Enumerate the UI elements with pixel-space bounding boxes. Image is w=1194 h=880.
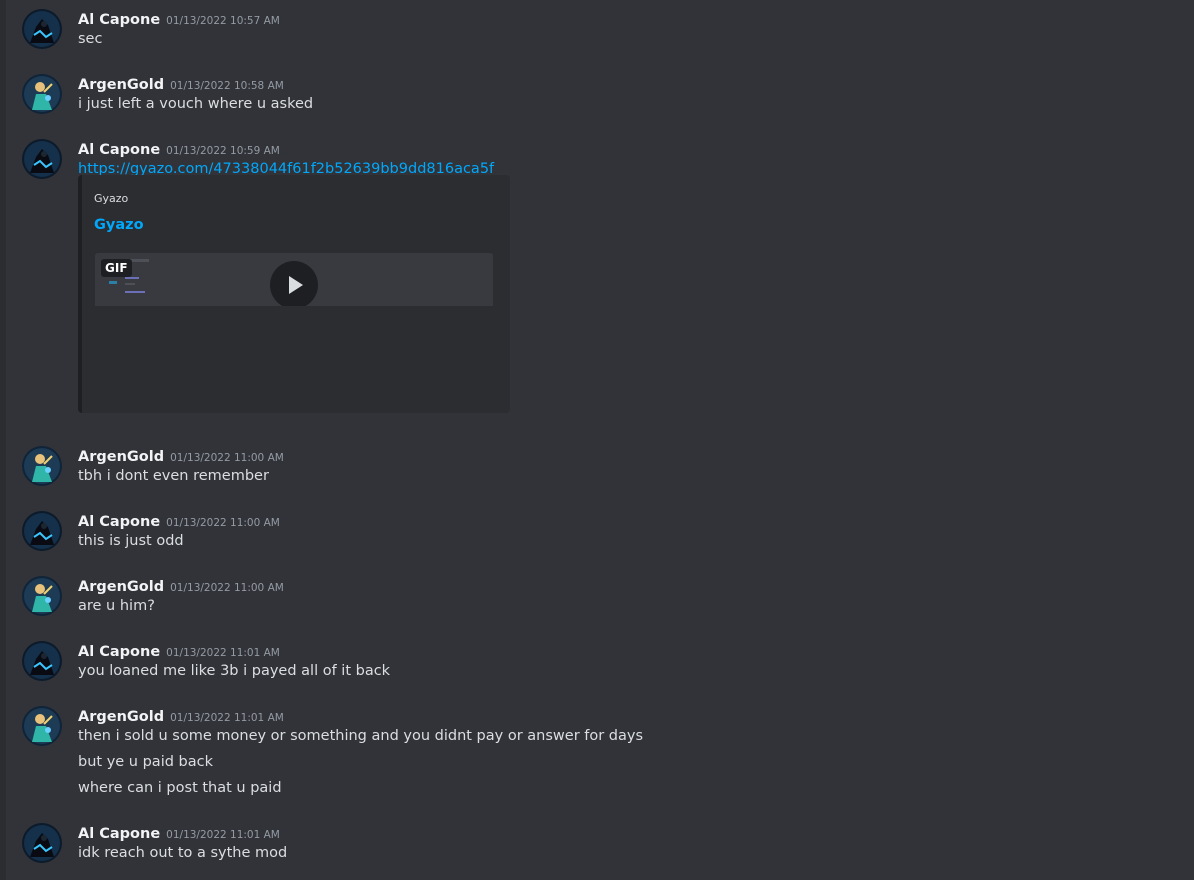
username[interactable]: Al Capone [78, 644, 160, 660]
username[interactable]: Al Capone [78, 826, 160, 842]
dark-figure-avatar-icon[interactable] [22, 641, 62, 681]
link-embed: Gyazo Gyazo GIF [78, 175, 510, 413]
message-header: ArgenGold 01/13/2022 11:01 AM [78, 706, 284, 726]
message-header: Al Capone 01/13/2022 11:01 AM [78, 823, 280, 843]
dark-figure-avatar-icon[interactable] [22, 511, 62, 551]
message-header: Al Capone 01/13/2022 11:01 AM [78, 641, 280, 661]
dark-figure-avatar-icon[interactable] [22, 823, 62, 863]
anime-character-avatar-icon[interactable] [22, 446, 62, 486]
username[interactable]: ArgenGold [78, 449, 164, 465]
chat-view: Al Capone 01/13/2022 10:57 AM sec ArgenGo… [0, 0, 1194, 880]
message-text: tbh i dont even remember [78, 468, 269, 484]
dark-figure-avatar-icon[interactable] [22, 9, 62, 49]
username[interactable]: Al Capone [78, 12, 160, 28]
message-header: Al Capone 01/13/2022 10:57 AM [78, 9, 280, 29]
dark-figure-avatar-icon[interactable] [22, 139, 62, 179]
message-text: but ye u paid back [78, 754, 213, 770]
anime-character-avatar-icon[interactable] [22, 706, 62, 746]
timestamp: 01/13/2022 11:00 AM [170, 452, 284, 464]
timestamp: 01/13/2022 11:00 AM [166, 517, 280, 529]
thumbnail-toolbar [95, 306, 493, 315]
timestamp: 01/13/2022 11:00 AM [170, 582, 284, 594]
username[interactable]: Al Capone [78, 514, 160, 530]
anime-character-avatar-icon[interactable] [22, 74, 62, 114]
message-text: this is just odd [78, 533, 184, 549]
channel-sidebar-edge [0, 0, 6, 880]
username[interactable]: ArgenGold [78, 579, 164, 595]
message-header: ArgenGold 01/13/2022 10:58 AM [78, 74, 284, 94]
anime-character-avatar-icon[interactable] [22, 576, 62, 616]
embed-title[interactable]: Gyazo [94, 217, 144, 233]
embed-provider[interactable]: Gyazo [94, 192, 128, 205]
timestamp: 01/13/2022 11:01 AM [166, 829, 280, 841]
timestamp: 01/13/2022 10:59 AM [166, 145, 280, 157]
message-text: i just left a vouch where u asked [78, 96, 314, 112]
embed-video-thumbnail[interactable]: GIF [95, 253, 493, 315]
message-text: are u him? [78, 598, 155, 614]
message-text: sec [78, 31, 103, 47]
timestamp: 01/13/2022 10:57 AM [166, 15, 280, 27]
username[interactable]: Al Capone [78, 142, 160, 158]
timestamp: 01/13/2022 11:01 AM [166, 647, 280, 659]
message-header: ArgenGold 01/13/2022 11:00 AM [78, 446, 284, 466]
message-header: ArgenGold 01/13/2022 11:00 AM [78, 576, 284, 596]
message-text: then i sold u some money or something an… [78, 728, 644, 744]
username[interactable]: ArgenGold [78, 709, 164, 725]
timestamp: 01/13/2022 10:58 AM [170, 80, 284, 92]
message-text: idk reach out to a sythe mod [78, 845, 288, 861]
message-text: you loaned me like 3b i payed all of it … [78, 663, 391, 679]
gif-badge: GIF [101, 259, 132, 277]
message-header: Al Capone 01/13/2022 11:00 AM [78, 511, 280, 531]
message-header: Al Capone 01/13/2022 10:59 AM [78, 139, 280, 159]
username[interactable]: ArgenGold [78, 77, 164, 93]
timestamp: 01/13/2022 11:01 AM [170, 712, 284, 724]
message-text: where can i post that u paid [78, 780, 282, 796]
play-icon[interactable] [270, 261, 318, 309]
